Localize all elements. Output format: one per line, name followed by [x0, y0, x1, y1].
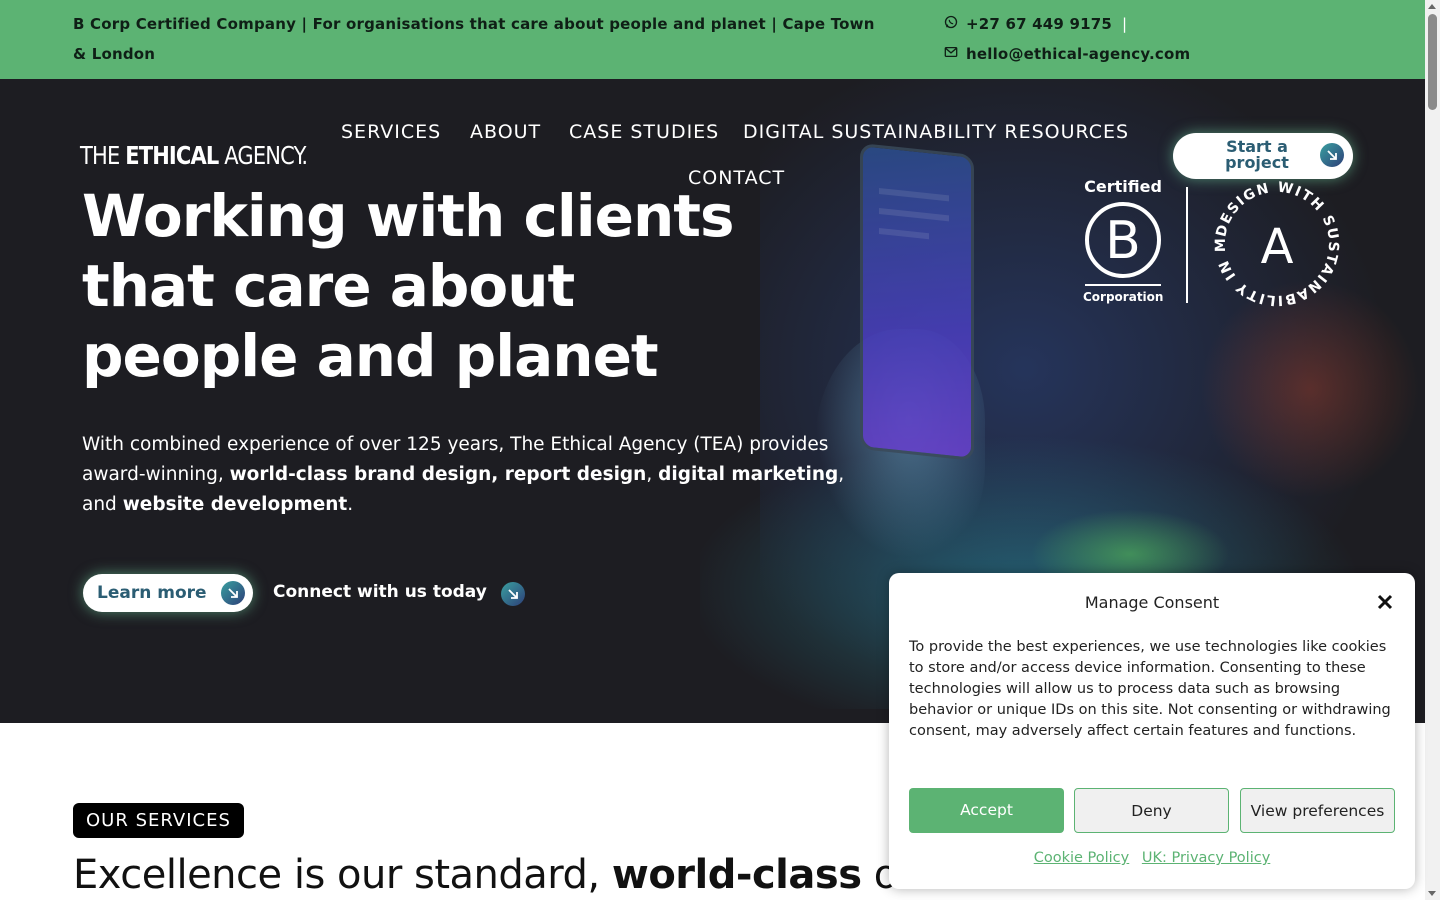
bcorp-logo-icon: B	[1085, 202, 1161, 286]
top-tagline: B Corp Certified Company | For organisat…	[73, 15, 875, 63]
email-link[interactable]: hello@ethical-agency.com	[966, 39, 1190, 69]
bcorp-badge: Certified B Corporation	[1083, 177, 1163, 304]
start-project-button[interactable]: Start a project	[1173, 133, 1353, 179]
scrollbar-thumb[interactable]	[1428, 14, 1437, 110]
dwsim-letter: A	[1261, 219, 1294, 275]
intro-bold-website-development: website development	[122, 494, 348, 515]
accept-button[interactable]: Accept	[909, 788, 1064, 833]
top-info-bar: B Corp Certified Company | For organisat…	[0, 0, 1425, 79]
hero-background-orange-glow	[1200, 279, 1420, 499]
hero-headline: Working with clients that care about peo…	[82, 182, 735, 390]
consent-links: Cookie Policy UK: Privacy Policy	[889, 850, 1415, 866]
nav-case-studies[interactable]: CASE STUDIES	[569, 121, 719, 143]
connect-with-us-link[interactable]: Connect with us today	[273, 582, 487, 602]
nav-about[interactable]: ABOUT	[470, 121, 541, 143]
cookie-consent-dialog: Manage Consent To provide the best exper…	[889, 573, 1415, 889]
bcorp-certified-label: Certified	[1084, 177, 1162, 196]
logo-text-agency: AGENCY.	[218, 141, 308, 170]
contact-separator: |	[1122, 15, 1128, 33]
consent-body: To provide the best experiences, we use …	[909, 639, 1391, 739]
intro-bold-brand-report: world-class brand design, report design	[229, 464, 647, 485]
site-logo[interactable]: THE ETHICAL AGENCY.	[80, 141, 308, 170]
intro-text-2: ,	[646, 464, 659, 485]
logo-text-the: THE	[80, 141, 126, 170]
nav-services[interactable]: SERVICES	[341, 121, 441, 143]
logo-text-ethical: ETHICAL	[125, 141, 219, 170]
cookie-policy-link[interactable]: Cookie Policy	[1034, 850, 1130, 866]
hero-phone-image	[860, 143, 974, 461]
services-heading-part1: Excellence is our standard,	[73, 852, 612, 898]
scroll-up-arrow[interactable]	[1428, 4, 1436, 9]
nav-digital-sustainability-resources[interactable]: DIGITAL SUSTAINABILITY RESOURCES	[743, 121, 1129, 143]
phone-link[interactable]: +27 67 449 9175	[966, 9, 1112, 39]
intro-bold-digital-marketing: digital marketing	[658, 464, 839, 485]
consent-title: Manage Consent	[1084, 593, 1220, 612]
bcorp-corporation-label: Corporation	[1083, 290, 1164, 304]
learn-more-button[interactable]: Learn more	[83, 574, 253, 612]
arrow-down-right-icon	[221, 581, 245, 605]
page-scrollbar[interactable]	[1425, 0, 1440, 900]
design-with-sustainability-badge: DESIGN WITH SUSTAINABILITY IN MIND • A	[1203, 165, 1344, 311]
arrow-down-right-icon	[1320, 143, 1344, 167]
bcorp-letter: B	[1105, 211, 1141, 271]
intro-text-4: .	[347, 494, 354, 515]
hero-intro: With combined experience of over 125 yea…	[82, 430, 852, 520]
start-project-label: Start a project	[1225, 137, 1289, 172]
email-icon	[944, 39, 958, 69]
services-section-label: OUR SERVICES	[73, 803, 244, 838]
arrow-down-right-icon[interactable]	[501, 582, 525, 606]
scroll-down-arrow[interactable]	[1428, 891, 1436, 896]
learn-more-label: Learn more	[97, 583, 207, 603]
view-preferences-button[interactable]: View preferences	[1240, 788, 1395, 833]
top-contact: +27 67 449 9175 | hello@ethical-agency.c…	[944, 9, 1190, 69]
deny-button[interactable]: Deny	[1074, 788, 1229, 833]
privacy-policy-link[interactable]: UK: Privacy Policy	[1142, 850, 1270, 866]
services-heading-bold: world-class	[611, 852, 862, 898]
badge-divider	[1186, 187, 1188, 303]
whatsapp-icon	[944, 9, 958, 39]
close-icon[interactable]	[1373, 590, 1397, 614]
